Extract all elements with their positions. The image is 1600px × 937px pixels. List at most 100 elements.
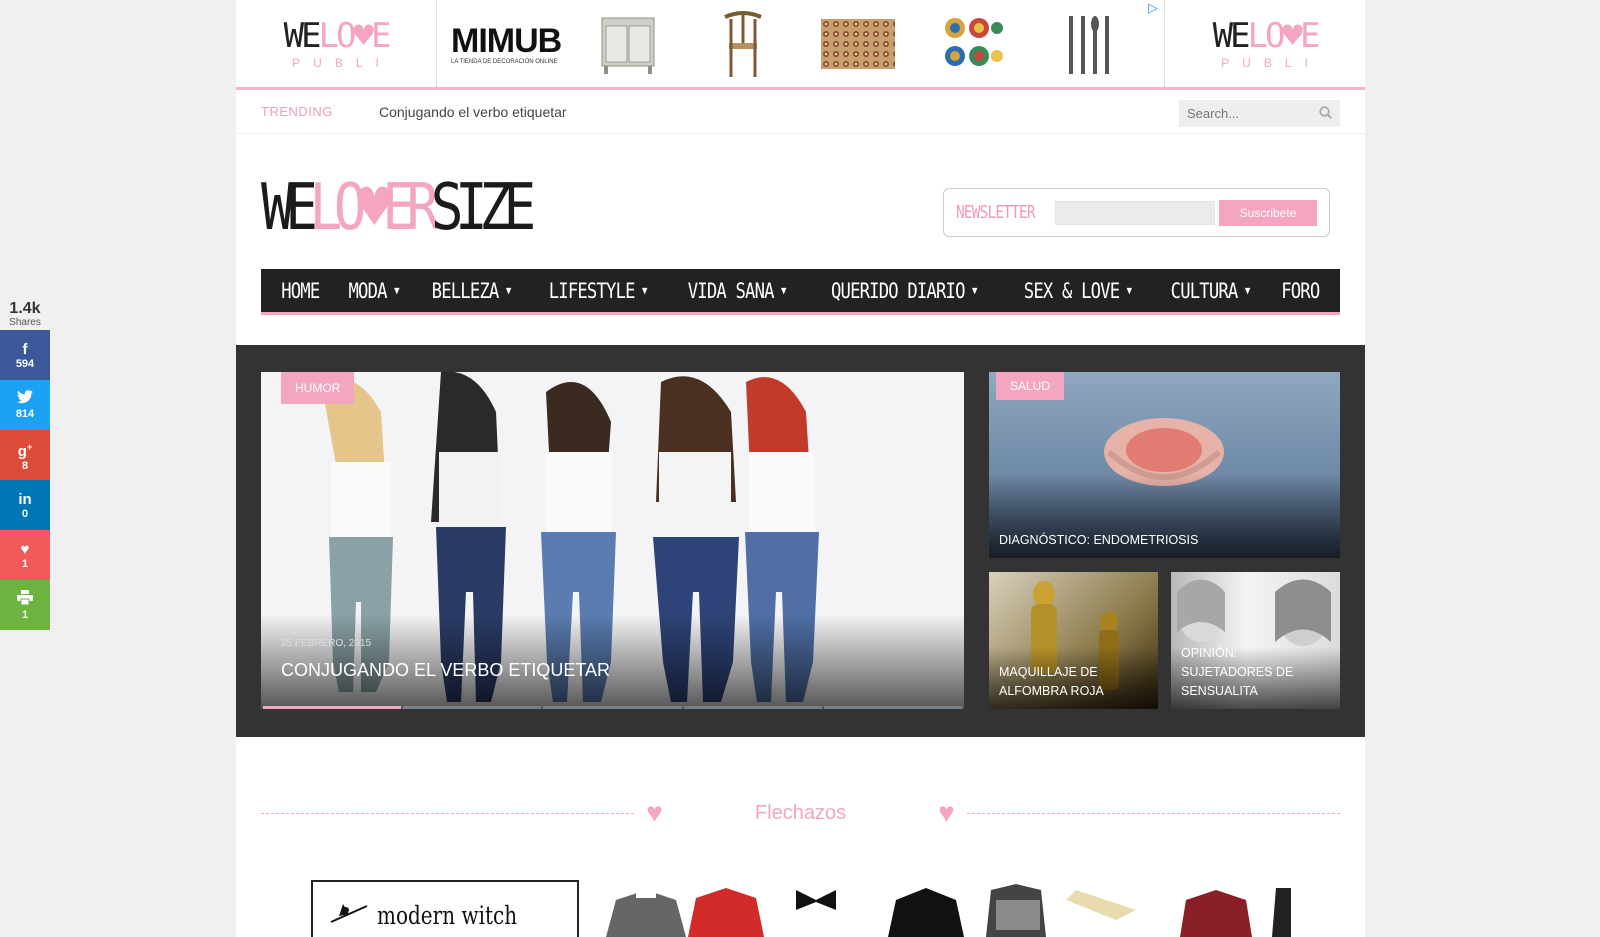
nav-label: MODA [348, 278, 387, 303]
ad-logo-love: LO♥E [318, 15, 392, 56]
nav-item-cultura[interactable]: CULTURA ▼ [1171, 279, 1251, 303]
googleplus-share-button[interactable]: g+ 8 [0, 430, 50, 480]
trending-label: TRENDING [261, 104, 333, 119]
ad-logo-we: WE [283, 15, 322, 56]
twitter-share-button[interactable]: 814 [0, 380, 50, 430]
search-box[interactable] [1179, 100, 1340, 127]
heart-icon: ♥ [20, 540, 30, 558]
ad-banner[interactable]: WELO♥E PUBLI MIMUB LA TIENDA DE DECORACI… [236, 0, 1365, 90]
section-title: Flechazos [754, 801, 847, 824]
ad-product-cutlery [1049, 6, 1128, 82]
facebook-share-button[interactable]: f 594 [0, 330, 50, 380]
chevron-down-icon: ▼ [972, 284, 977, 297]
nav-item-querido-diario[interactable]: QUERIDO DIARIO ▼ [831, 279, 977, 303]
nav-label: SEX & LOVE [1023, 278, 1120, 303]
print-share-button[interactable]: 1 [0, 580, 50, 630]
search-input[interactable] [1187, 106, 1307, 121]
googleplus-icon: g+ [17, 441, 33, 460]
subscribe-button[interactable]: Suscribete [1219, 199, 1317, 226]
category-badge[interactable]: SALUD [996, 372, 1065, 400]
heart-icon: ♥ [646, 797, 663, 828]
ad-brand-tagline: LA TIENDA DE DECORACIÓN ONLINE [451, 58, 558, 65]
chevron-down-icon: ▼ [1126, 284, 1132, 297]
featured-slider[interactable]: HUMOR 25 FEBRERO, 2015 CONJUGANDO EL VER… [261, 372, 964, 709]
ad-creative[interactable]: MIMUB LA TIENDA DE DECORACIÓN ONLINE ▷ [436, 0, 1165, 87]
slide-title[interactable]: CONJUGANDO EL VERBO ETIQUETAR [281, 660, 610, 681]
ad-logo-love: LO♥E [1247, 15, 1321, 56]
linkedin-icon: in [18, 490, 32, 508]
flechazos-strip[interactable]: modern witch [311, 880, 1291, 937]
slider-tab[interactable] [543, 706, 682, 709]
chevron-down-icon: ▼ [1245, 284, 1250, 297]
trending-bar: TRENDING Conjugando el verbo etiquetar [236, 90, 1365, 134]
heart-icon: ♥ [938, 797, 955, 828]
modern-witch-card[interactable]: modern witch [311, 880, 579, 937]
love-share-button[interactable]: ♥ 1 [0, 530, 50, 580]
linkedin-count: 0 [21, 507, 29, 520]
site-logo[interactable]: WELO♥ERSIZE [261, 171, 537, 245]
nav-label: LIFESTYLE [548, 278, 636, 303]
ad-product-rug [819, 6, 898, 82]
nav-label: FORO [1281, 278, 1321, 303]
linkedin-share-button[interactable]: in 0 [0, 480, 50, 530]
trending-link[interactable]: Conjugando el verbo etiquetar [379, 104, 567, 120]
nav-item-moda[interactable]: MODA ▼ [348, 278, 399, 303]
share-total: 1.4k Shares [0, 300, 50, 330]
search-icon[interactable] [1319, 105, 1333, 122]
nav-item-lifestyle[interactable]: LIFESTYLE ▼ [548, 278, 648, 303]
logo-we: WE [261, 171, 318, 245]
slide-date: 25 FEBRERO, 2015 [281, 638, 372, 649]
nav-item-sex-love[interactable]: SEX & LOVE ▼ [1023, 278, 1132, 303]
ad-logo-left[interactable]: WELO♥E PUBLI [236, 0, 436, 87]
love-count: 1 [21, 557, 29, 570]
featured-card-opinion[interactable]: OPINIÓN: SUJETADORES DE SENSUALITA [1171, 572, 1340, 709]
ad-brand-name: MIMUB [451, 21, 562, 60]
ad-logo-sub: PUBLI [292, 55, 392, 70]
share-total-count: 1.4k [9, 300, 41, 317]
logo-size: SIZE [430, 171, 537, 245]
divider [261, 812, 635, 814]
share-total-label: Shares [9, 317, 41, 328]
newsletter-label: NEWSLETTER [956, 202, 1035, 223]
ad-product-chair [704, 6, 783, 82]
card-title[interactable]: DIAGNÓSTICO: ENDOMETRIOSIS [999, 531, 1330, 550]
ad-product-plates [934, 6, 1013, 82]
ad-product-cabinet [588, 6, 667, 82]
chevron-down-icon: ▼ [780, 284, 786, 297]
slider-tab[interactable] [823, 706, 963, 709]
nav-item-foro[interactable]: FORO [1281, 278, 1321, 303]
ad-logo-right[interactable]: WELO♥E PUBLI [1165, 0, 1365, 87]
main-nav: HOME MODA ▼ BELLEZA ▼ LIFESTYLE ▼ VIDA SANA… [261, 269, 1340, 315]
nav-item-belleza[interactable]: BELLEZA ▼ [432, 279, 512, 303]
slider-pagination [263, 706, 963, 709]
chevron-down-icon: ▼ [642, 284, 647, 297]
card-title[interactable]: MAQUILLAJE DE ALFOMBRA ROJA [999, 663, 1148, 701]
flechazos-header: ♥ Flechazos ♥ [261, 795, 1340, 831]
category-badge[interactable]: HUMOR [281, 372, 355, 404]
facebook-icon: f [22, 340, 28, 358]
nav-item-home[interactable]: HOME [281, 278, 320, 303]
nav-label: VIDA SANA [687, 278, 774, 303]
slider-tab[interactable] [263, 706, 402, 709]
divider [966, 812, 1340, 814]
googleplus-count: 8 [21, 459, 29, 472]
site-header: WELO♥ERSIZE NEWSLETTER Suscribete [236, 134, 1365, 269]
chevron-down-icon: ▼ [393, 284, 399, 297]
ad-logo-sub: PUBLI [1221, 55, 1321, 70]
adchoices-icon[interactable]: ▷ [1148, 0, 1158, 16]
slider-tab[interactable] [403, 706, 542, 709]
featured-card-endometriosis[interactable]: SALUD DIAGNÓSTICO: ENDOMETRIOSIS [989, 372, 1340, 558]
ad-logo-we: WE [1212, 15, 1251, 56]
nav-label: QUERIDO DIARIO [831, 278, 965, 303]
newsletter-email-input[interactable] [1055, 200, 1215, 225]
print-count: 1 [21, 608, 29, 621]
logo-lover: LO♥ER [309, 171, 440, 245]
chevron-down-icon: ▼ [505, 284, 511, 297]
card-title[interactable]: OPINIÓN: SUJETADORES DE SENSUALITA [1181, 644, 1330, 701]
nav-item-vida-sana[interactable]: VIDA SANA ▼ [687, 278, 786, 303]
featured-card-maquillaje[interactable]: MAQUILLAJE DE ALFOMBRA ROJA [989, 572, 1158, 709]
nav-label: HOME [281, 278, 320, 303]
slider-tab[interactable] [683, 706, 822, 709]
fashion-items-image [606, 884, 1291, 937]
featured-section: HUMOR 25 FEBRERO, 2015 CONJUGANDO EL VER… [236, 345, 1365, 737]
